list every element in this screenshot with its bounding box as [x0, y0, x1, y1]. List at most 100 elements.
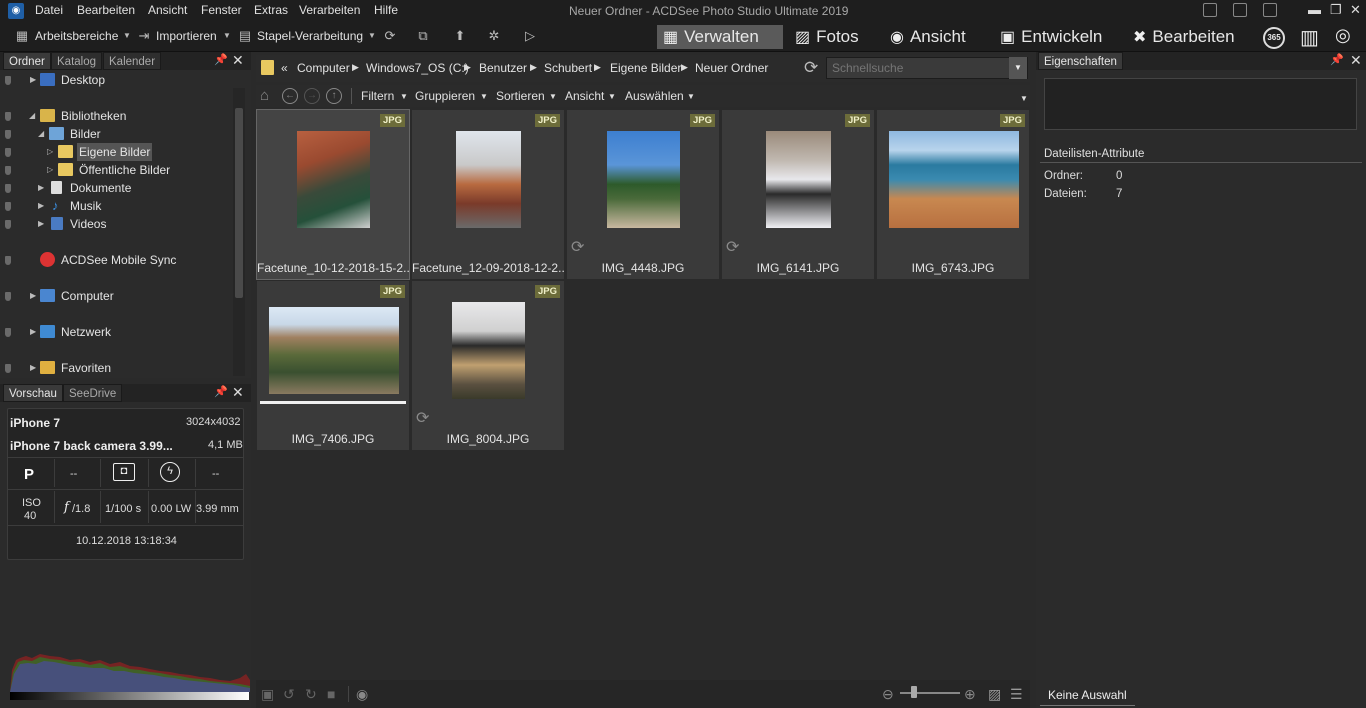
breadcrumb-neuer-ordner[interactable]: Neuer Ordner — [695, 61, 768, 75]
layout-left-icon[interactable] — [1203, 3, 1217, 17]
file-thumbnail[interactable]: JPG Facetune_10-12-2018-15-2... — [256, 109, 410, 280]
file-thumbnail[interactable]: JPG Facetune_12-09-2018-12-2... — [412, 110, 564, 279]
tree-item-dokumente[interactable]: ▶ Dokumente — [0, 179, 232, 197]
tab-kalender[interactable]: Kalender — [103, 52, 162, 70]
chevron-down-icon[interactable]: ▼ — [480, 92, 488, 101]
menu-ansicht[interactable]: Ansicht — [148, 3, 187, 17]
search-dropdown-icon[interactable]: ▼ — [1009, 57, 1027, 79]
pin-icon[interactable]: 📌 — [214, 53, 228, 66]
filter-button[interactable]: Filtern — [361, 89, 394, 103]
close-icon[interactable]: ✕ — [232, 384, 244, 401]
scrollbar-thumb[interactable] — [235, 108, 243, 298]
breadcrumb-schubert[interactable]: Schubert — [544, 61, 592, 75]
zoom-in-icon[interactable]: ⊕ — [964, 686, 976, 703]
minimize-button[interactable]: ▬ — [1308, 2, 1321, 17]
mode-bearbeiten[interactable]: ✖ Bearbeiten — [1127, 25, 1241, 49]
breadcrumb-separator-icon[interactable]: ▶ — [530, 62, 537, 73]
file-thumbnail[interactable]: JPG IMG_7406.JPG — [257, 281, 409, 450]
pages-icon[interactable]: ⧉ — [415, 29, 431, 43]
mode-entwickeln[interactable]: ▣ Entwickeln — [994, 25, 1108, 49]
tree-item-netzwerk[interactable]: ▶ Netzwerk — [0, 323, 232, 341]
breadcrumb-separator-icon[interactable]: ▶ — [352, 62, 359, 73]
tree-item-musik[interactable]: ▶ ♪ Musik — [0, 197, 232, 215]
chevron-down-icon[interactable]: ▼ — [119, 29, 135, 43]
menu-hilfe[interactable]: Hilfe — [374, 3, 398, 17]
tree-item-favoriten[interactable]: ▶ Favoriten — [0, 359, 232, 377]
zoom-slider[interactable] — [900, 692, 960, 694]
slideshow-icon[interactable]: ◉ — [356, 686, 368, 703]
dashboard-chart-icon[interactable]: ▥ — [1300, 25, 1319, 50]
mode-ansicht[interactable]: ◉ Ansicht — [884, 25, 972, 49]
tab-vorschau[interactable]: Vorschau — [3, 384, 63, 402]
forward-icon[interactable]: → — [304, 88, 320, 104]
chevron-down-icon[interactable]: ▼ — [364, 29, 380, 43]
slideshow-play-icon[interactable]: ▷ — [522, 29, 538, 43]
breadcrumb-benutzer[interactable]: Benutzer — [479, 61, 527, 75]
upload-icon[interactable]: ⬆ — [452, 29, 468, 43]
tree-item-bilder[interactable]: ◢ Bilder — [0, 125, 232, 143]
menu-verarbeiten[interactable]: Verarbeiten — [299, 3, 360, 17]
overflow-chevron-icon[interactable]: ▼ — [1020, 94, 1028, 103]
batch-button[interactable]: Stapel-Verarbeitung — [257, 29, 363, 43]
home-icon[interactable]: ⌂ — [260, 87, 269, 104]
quick-search[interactable] — [826, 57, 1028, 79]
app-logo-icon[interactable]: ◉ — [8, 3, 24, 19]
sort-button[interactable]: Sortieren — [496, 89, 545, 103]
close-window-button[interactable]: ✕ — [1350, 2, 1361, 18]
breadcrumb-back[interactable]: « — [281, 61, 288, 75]
close-icon[interactable]: ✕ — [232, 52, 244, 69]
workspaces-button[interactable]: Arbeitsbereiche — [35, 29, 118, 43]
tree-item-desktop[interactable]: ▶ Desktop — [0, 71, 232, 89]
menu-extras[interactable]: Extras — [254, 3, 288, 17]
tree-item-bibliotheken[interactable]: ◢ Bibliotheken — [0, 107, 232, 125]
menu-datei[interactable]: Datei — [35, 3, 63, 17]
search-input[interactable] — [827, 58, 1005, 78]
thumbnail-view-icon[interactable]: ▨ — [988, 686, 1001, 703]
tree-item-videos[interactable]: ▶ Videos — [0, 215, 232, 233]
breadcrumb-eigene-bilder[interactable]: Eigene Bilder — [610, 61, 681, 75]
up-icon[interactable]: ↑ — [326, 88, 342, 104]
chevron-down-icon[interactable]: ▼ — [400, 92, 408, 101]
menu-bearbeiten[interactable]: Bearbeiten — [77, 3, 135, 17]
breadcrumb-drive[interactable]: Windows7_OS (C:) — [366, 61, 469, 75]
chevron-down-icon[interactable]: ▼ — [549, 92, 557, 101]
pin-icon[interactable]: 📌 — [214, 385, 228, 398]
file-thumbnail[interactable]: JPG ⟳ IMG_8004.JPG — [412, 281, 564, 450]
pin-icon[interactable]: 📌 — [1330, 53, 1344, 66]
import-button[interactable]: Importieren — [156, 29, 217, 43]
select-button[interactable]: Auswählen — [625, 89, 684, 103]
breadcrumb-computer[interactable]: Computer — [297, 61, 350, 75]
file-thumbnail[interactable]: JPG ⟳ IMG_6141.JPG — [722, 110, 874, 279]
back-icon[interactable]: ← — [282, 88, 298, 104]
eye-refresh-icon[interactable]: ◎ — [1335, 25, 1351, 46]
mode-fotos[interactable]: ▨ Fotos — [789, 25, 865, 49]
zoom-out-icon[interactable]: ⊖ — [882, 686, 894, 703]
refresh-icon[interactable]: ⟳ — [804, 58, 818, 78]
tab-keine-auswahl[interactable]: Keine Auswahl — [1040, 686, 1135, 706]
file-thumbnail[interactable]: JPG ⟳ IMG_4448.JPG — [567, 110, 719, 279]
chevron-down-icon[interactable]: ▼ — [687, 92, 695, 101]
view-button[interactable]: Ansicht — [565, 89, 604, 103]
file-thumbnail[interactable]: JPG IMG_6743.JPG — [877, 110, 1029, 279]
tree-item-eigene-bilder[interactable]: ▷ Eigene Bilder — [0, 143, 232, 161]
tab-katalog[interactable]: Katalog — [51, 52, 103, 70]
tree-item-oeffentliche-bilder[interactable]: ▷ Öffentliche Bilder — [0, 161, 232, 179]
menu-fenster[interactable]: Fenster — [201, 3, 242, 17]
rotate-left-icon[interactable]: ↺ — [283, 686, 295, 703]
rotate-image-icon[interactable]: ⟳ — [382, 29, 398, 43]
image-tools-icon[interactable]: ▣ — [261, 686, 274, 703]
tab-seedrive[interactable]: SeeDrive — [63, 384, 123, 402]
chevron-down-icon[interactable]: ▼ — [608, 92, 616, 101]
tree-item-mobile-sync[interactable]: ACDSee Mobile Sync — [0, 251, 232, 269]
breadcrumb-separator-icon[interactable]: ▶ — [594, 62, 601, 73]
folder-scrollbar[interactable] — [233, 88, 245, 376]
details-view-icon[interactable]: ☰ — [1010, 686, 1023, 703]
tab-ordner[interactable]: Ordner — [3, 52, 51, 70]
rotate-right-icon[interactable]: ↻ — [305, 686, 317, 703]
crop-icon[interactable]: ■ — [327, 686, 335, 702]
zoom-slider-thumb[interactable] — [911, 686, 917, 698]
layout-right-icon[interactable] — [1263, 3, 1277, 17]
mode-verwalten[interactable]: ▦ Verwalten — [657, 25, 783, 49]
chevron-down-icon[interactable]: ▼ — [219, 29, 235, 43]
365-badge[interactable]: 365 — [1263, 27, 1285, 49]
